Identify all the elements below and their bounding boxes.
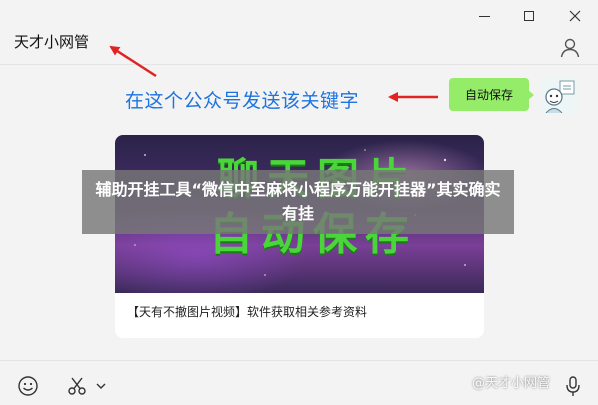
title-divider (0, 64, 598, 65)
title-bar: 天才小网管 (0, 0, 598, 64)
headline-text: 辅助开挂工具“微信中至麻将小程序万能开挂器”其实确实有挂 (95, 180, 501, 223)
person-icon[interactable] (559, 37, 581, 59)
input-divider (0, 360, 598, 361)
minimize-icon[interactable] (474, 6, 494, 26)
message-bubble[interactable]: 自动保存 (449, 78, 534, 111)
message-text: 自动保存 (464, 88, 513, 102)
maximize-icon[interactable] (519, 6, 539, 26)
emoji-icon[interactable] (17, 375, 39, 397)
chevron-down-icon[interactable] (95, 380, 107, 392)
watermark: @天才小网管 (472, 376, 551, 391)
scissors-icon[interactable] (66, 375, 88, 397)
avatar-illustration (541, 77, 577, 113)
card-caption: 【天有不撤图片视频】软件获取相关参考资料 (127, 305, 368, 319)
close-icon[interactable] (565, 6, 585, 26)
annotation-text: 在这个公众号发送该关键字 (125, 90, 360, 112)
headline-overlay: 辅助开挂工具“微信中至麻将小程序万能开挂器”其实确实有挂 (82, 170, 514, 234)
avatar[interactable] (541, 77, 577, 113)
chat-title: 天才小网管 (14, 33, 90, 51)
chat-window: 天才小网管 在这个公众号发送该关键字 自动保存 自动保存 【天有不撤图片视频】软… (0, 0, 598, 405)
microphone-icon[interactable] (562, 375, 584, 397)
article-card[interactable]: 聊天图片 自动保存 【天有不撤图片视频】软件获取相关参考资料 (115, 135, 484, 338)
